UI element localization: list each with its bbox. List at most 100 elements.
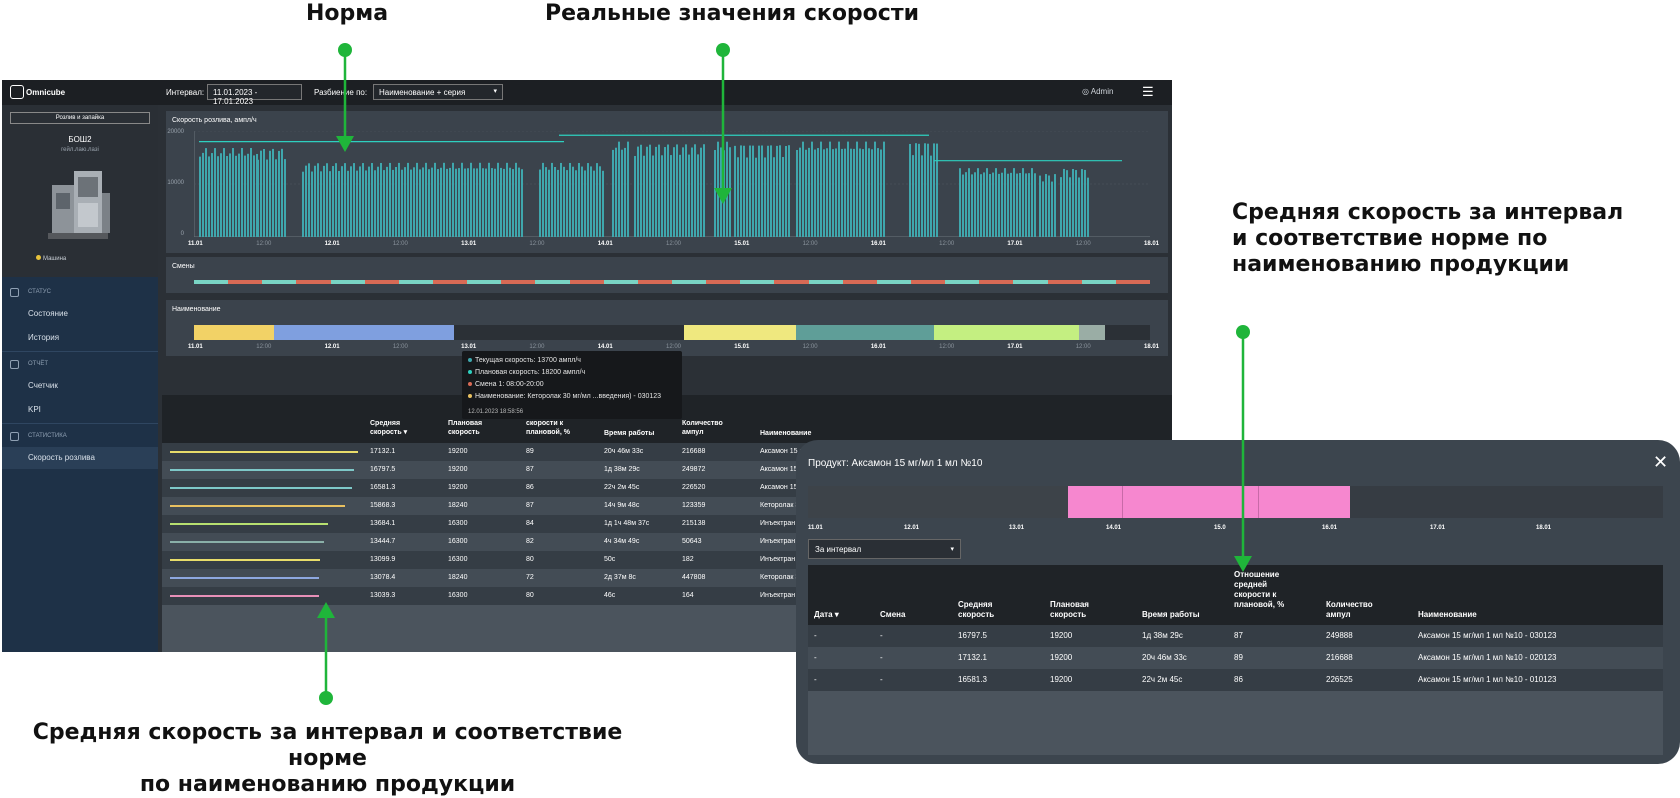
x-tick-label: 12:00	[666, 241, 682, 247]
names-timeline[interactable]	[194, 325, 1150, 340]
speed-bar	[473, 168, 475, 237]
shift-segment[interactable]	[842, 280, 877, 284]
menu-icon[interactable]: ☰	[1142, 84, 1154, 100]
speed-bar	[841, 148, 843, 237]
speed-bar	[458, 168, 460, 237]
col-ratio[interactable]: скорости к плановой, %	[526, 419, 592, 437]
shift-segment[interactable]	[330, 280, 365, 284]
logo[interactable]: Omnicube	[10, 85, 65, 99]
speed-bar	[497, 162, 499, 237]
speed-bar	[703, 144, 705, 237]
col-quantity[interactable]: Количество ампул	[682, 419, 737, 437]
name-segment[interactable]	[194, 325, 274, 340]
sidebar-item-kpi[interactable]: KPI	[2, 399, 158, 421]
speed-bar	[356, 170, 358, 237]
col-work-time[interactable]: Время работы	[604, 429, 654, 438]
shift-timeline[interactable]	[194, 280, 1150, 284]
table-row[interactable]: - - 17132.1 19200 20ч 46м 33с 89 216688 Аксамон…	[808, 647, 1663, 669]
shift-segment[interactable]	[194, 280, 229, 284]
interval-input[interactable]: 11.01.2023 - 17.01.2023	[207, 84, 302, 106]
speed-bar	[667, 144, 669, 237]
speed-bar	[805, 149, 807, 237]
cell-qty: 50643	[682, 538, 702, 545]
shift-segment[interactable]	[637, 280, 672, 284]
shift-segment[interactable]	[467, 280, 502, 284]
shift-segment[interactable]	[398, 280, 433, 284]
speed-bar	[743, 145, 745, 237]
shift-segment[interactable]	[945, 280, 980, 284]
shift-segment[interactable]	[501, 280, 536, 284]
cell-qty: 215138	[682, 520, 706, 527]
popup-timeline[interactable]	[808, 486, 1663, 518]
user-menu[interactable]: ◎ Admin	[1082, 87, 1113, 96]
shift-segment[interactable]	[569, 280, 604, 284]
line-select-button[interactable]: Розлив и запайка	[10, 112, 150, 124]
table-row[interactable]: - - 16797.5 19200 1д 38м 29с 87 249888 Аксамон …	[808, 625, 1663, 647]
shift-segment[interactable]	[979, 280, 1014, 284]
shift-segment[interactable]	[603, 280, 638, 284]
shift-segment[interactable]	[296, 280, 331, 284]
col-avg-speed[interactable]: Средняя скорость ▾	[370, 419, 430, 437]
shift-segment[interactable]	[1081, 280, 1116, 284]
annotation-real-speed: Реальные значения скорости	[545, 1, 919, 26]
col-work-time[interactable]: Время работы	[1142, 610, 1200, 620]
shift-segment[interactable]	[740, 280, 775, 284]
shift-segment[interactable]	[364, 280, 399, 284]
shift-segment[interactable]	[433, 280, 468, 284]
sidebar-item-fill-speed[interactable]: Скорость розлива	[2, 447, 158, 469]
split-select[interactable]: Наименование + серия ▾	[373, 84, 503, 100]
col-shift[interactable]: Смена	[880, 610, 905, 620]
x-tick-label: 12:00	[939, 344, 955, 350]
col-quantity[interactable]: Количество ампул	[1326, 600, 1386, 620]
name-segment[interactable]	[934, 325, 1079, 340]
shift-segment[interactable]	[808, 280, 843, 284]
name-segment[interactable]	[1079, 325, 1105, 340]
timeline-segment-highlight[interactable]	[1068, 486, 1350, 518]
name-segment[interactable]	[684, 325, 796, 340]
shift-segment[interactable]	[706, 280, 741, 284]
sidebar-item-counter[interactable]: Счетчик	[2, 375, 158, 397]
shift-segment[interactable]	[1013, 280, 1048, 284]
name-segment[interactable]	[1105, 325, 1150, 340]
shift-segment[interactable]	[911, 280, 946, 284]
speed-bar	[877, 148, 879, 237]
cell-avg: 15868.3	[370, 502, 396, 509]
cell-pct: 89	[1234, 653, 1243, 662]
speed-bar	[868, 148, 870, 237]
speed-chart[interactable]	[194, 131, 1150, 237]
cell-time: 1д 38м 29с	[604, 466, 640, 473]
interval-label: Интервал:	[166, 88, 205, 97]
col-plan-speed[interactable]: Плановая скорость	[1050, 600, 1110, 620]
shift-segment[interactable]	[228, 280, 263, 284]
shift-segment[interactable]	[1115, 280, 1150, 284]
name-segment[interactable]	[274, 325, 454, 340]
shift-segment[interactable]	[535, 280, 570, 284]
col-name[interactable]: Наименование	[760, 429, 811, 438]
col-name[interactable]: Наименование	[1418, 610, 1477, 620]
speed-bar	[729, 147, 731, 237]
close-icon[interactable]: ✕	[1653, 452, 1668, 473]
speed-bar	[311, 171, 313, 237]
sidebar-item-history[interactable]: История	[2, 327, 158, 349]
col-ratio[interactable]: Отношение средней скорости к плановой, %	[1234, 570, 1304, 610]
speed-bar	[670, 155, 672, 237]
table-row[interactable]: - - 16581.3 19200 22ч 2м 45с 86 226525 Аксамон …	[808, 669, 1663, 691]
speed-bar	[398, 162, 400, 237]
cell-name: Кеторолак 3	[760, 502, 800, 509]
col-date[interactable]: Дата ▾	[814, 610, 839, 620]
name-segment[interactable]	[454, 325, 684, 340]
sidebar-item-state[interactable]: Состояние	[2, 303, 158, 325]
col-avg-speed[interactable]: Средняя скорость	[958, 600, 1018, 620]
shift-segment[interactable]	[774, 280, 809, 284]
speed-bar	[263, 148, 265, 237]
speed-bar	[542, 162, 544, 237]
y-tick-label: 20000	[167, 129, 184, 135]
shift-segment[interactable]	[1047, 280, 1082, 284]
tooltip-name-text: Наименование: Кеторолак 30 мг/мл ...введ…	[475, 393, 662, 400]
shift-segment[interactable]	[672, 280, 707, 284]
period-select[interactable]: За интервал ▾	[808, 539, 961, 559]
name-segment[interactable]	[796, 325, 934, 340]
col-plan-speed[interactable]: Плановая скорость	[448, 419, 508, 437]
shift-segment[interactable]	[876, 280, 911, 284]
shift-segment[interactable]	[262, 280, 297, 284]
